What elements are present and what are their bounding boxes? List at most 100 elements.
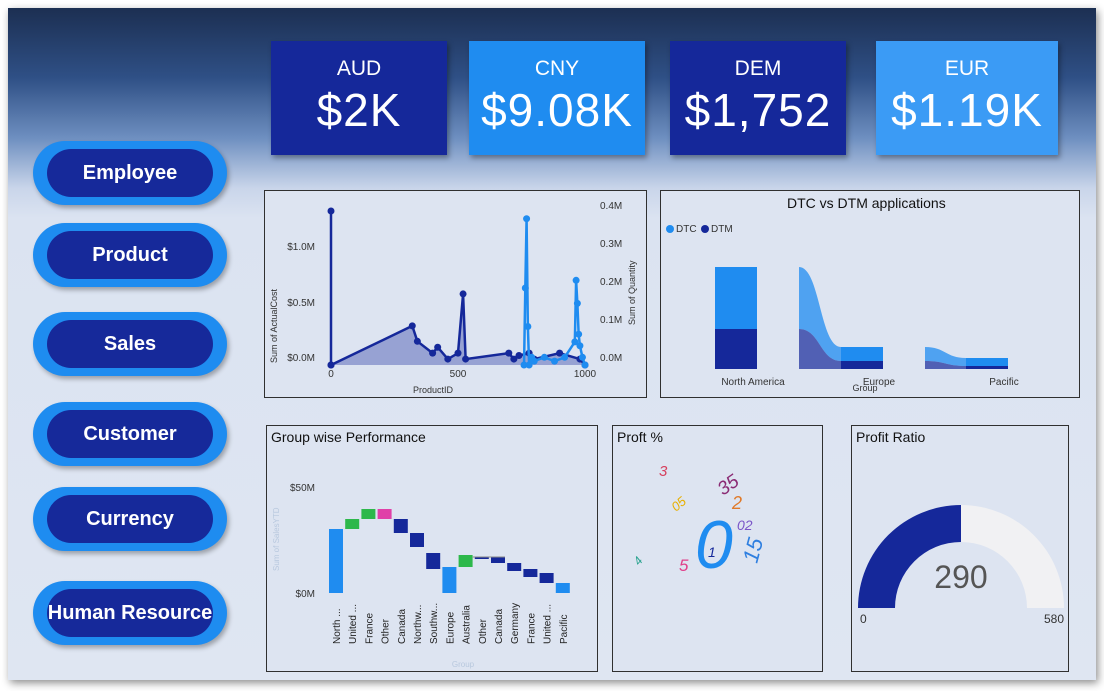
data-point[interactable]: [515, 352, 523, 360]
word-cloud-word: 5: [679, 556, 689, 575]
x-tick-label: 0: [328, 369, 334, 380]
kpi-card-cny[interactable]: CNY $9.08K: [469, 41, 645, 155]
nav-button-label: Currency: [47, 495, 213, 543]
legend-dot-dtc: [666, 225, 674, 233]
x-tick-label: North ...: [332, 608, 343, 644]
dashboard-canvas: AUD $2K CNY $9.08K DEM $1,752 EUR $1.19K…: [8, 8, 1096, 680]
bar-dtc[interactable]: [715, 267, 757, 329]
data-point[interactable]: [576, 342, 584, 350]
waterfall-bar[interactable]: [458, 555, 473, 567]
data-point[interactable]: [434, 343, 442, 351]
data-point[interactable]: [327, 361, 335, 369]
waterfall-bar[interactable]: [329, 529, 343, 593]
data-point[interactable]: [572, 276, 580, 284]
data-point[interactable]: [551, 357, 559, 365]
kpi-value: $1.19K: [891, 84, 1043, 136]
profit-ratio-panel[interactable]: Profit Ratio 290 0 580: [851, 425, 1069, 672]
y2-tick-label: 0.1M: [600, 315, 622, 326]
nav-button-currency[interactable]: Currency: [33, 487, 227, 551]
waterfall-bar[interactable]: [410, 533, 424, 547]
data-point[interactable]: [581, 361, 589, 369]
waterfall-bar[interactable]: [539, 573, 554, 583]
x-tick-label: Southw...: [429, 603, 440, 644]
kpi-card-aud[interactable]: AUD $2K: [271, 41, 447, 155]
gauge-max: 580: [1044, 612, 1064, 626]
waterfall-bar[interactable]: [442, 567, 457, 593]
data-point[interactable]: [524, 323, 532, 330]
cost-quantity-chart-panel[interactable]: Sum of ActualCost Sum of Quantity Produc…: [264, 190, 647, 398]
y-axis-title: Sum of ActualCost: [269, 288, 279, 363]
data-point[interactable]: [454, 349, 462, 357]
data-point[interactable]: [530, 357, 538, 365]
nav-button-sales[interactable]: Sales: [33, 312, 227, 376]
nav-button-employee[interactable]: Employee: [33, 141, 227, 205]
data-point[interactable]: [561, 353, 569, 361]
chart-title: Proft %: [617, 429, 663, 445]
word-cloud-word: 4: [631, 554, 646, 568]
y2-tick-label: 0.2M: [600, 277, 622, 288]
y-tick-label: $0.0M: [287, 353, 315, 364]
dtc-dtm-chart-panel[interactable]: DTC vs DTM applications DTC DTM Group No…: [660, 190, 1080, 398]
data-point[interactable]: [408, 322, 416, 330]
data-point[interactable]: [573, 299, 581, 307]
dtc-dtm-chart: DTC DTM Group North America Europe Pacific: [666, 224, 1019, 393]
data-point[interactable]: [521, 284, 529, 292]
bar-dtc[interactable]: [966, 358, 1008, 366]
y-tick-label: $0M: [296, 589, 315, 600]
data-point[interactable]: [540, 353, 548, 361]
bar-dtm[interactable]: [841, 361, 883, 369]
waterfall-bar[interactable]: [393, 519, 408, 533]
legend-label-dtc: DTC: [676, 224, 697, 235]
bar-dtm[interactable]: [966, 366, 1008, 369]
waterfall-bar[interactable]: [491, 557, 505, 563]
data-point[interactable]: [444, 355, 452, 363]
x-tick-label: France: [526, 612, 537, 644]
data-point[interactable]: [575, 330, 583, 338]
data-point[interactable]: [459, 290, 467, 298]
bar-dtm[interactable]: [715, 329, 757, 369]
waterfall-bar[interactable]: [377, 509, 392, 519]
data-point[interactable]: [413, 337, 421, 345]
waterfall-bar[interactable]: [507, 563, 522, 571]
x-tick-label: Germany: [510, 603, 521, 644]
kpi-card-eur[interactable]: EUR $1.19K: [876, 41, 1058, 155]
x-tick-label: United ...: [348, 604, 359, 644]
data-point[interactable]: [462, 355, 470, 363]
x-tick-label: Europe: [445, 611, 456, 644]
y2-tick-label: 0.4M: [600, 201, 622, 212]
waterfall-bar[interactable]: [361, 509, 376, 519]
gauge-value: 290: [934, 559, 987, 595]
profit-percent-panel[interactable]: Proft % 3 35 2 05 02 0 1 15 4 5: [612, 425, 823, 672]
kpi-code: DEM: [734, 57, 782, 80]
gauge-min: 0: [860, 612, 867, 626]
y2-tick-label: 0.0M: [600, 353, 622, 364]
x-tick-label: France: [364, 612, 375, 644]
nav-button-human-resource[interactable]: Human Resource: [33, 581, 227, 645]
kpi-card-dem[interactable]: DEM $1,752: [670, 41, 846, 155]
data-point[interactable]: [523, 215, 531, 223]
kpi-code: AUD: [336, 57, 382, 80]
y2-axis-title: Sum of Quantity: [627, 260, 637, 325]
data-point[interactable]: [505, 349, 513, 357]
waterfall-bar[interactable]: [345, 519, 360, 529]
nav-button-product[interactable]: Product: [33, 223, 227, 287]
data-point[interactable]: [578, 353, 586, 361]
nav-button-label: Employee: [47, 149, 213, 197]
word-cloud-word: 3: [659, 463, 668, 480]
profit-ratio-gauge: 290 0 580: [858, 505, 1064, 626]
data-point[interactable]: [327, 207, 335, 215]
nav-button-label: Product: [47, 231, 213, 279]
waterfall-bar[interactable]: [426, 553, 441, 569]
kpi-code: EUR: [944, 57, 990, 80]
waterfall-bar[interactable]: [555, 583, 570, 593]
group-performance-chart-panel[interactable]: Group wise Performance Sum of SalesYTD $…: [266, 425, 598, 672]
waterfall-bar[interactable]: [523, 569, 538, 577]
word-cloud-word: 15: [738, 534, 769, 565]
word-cloud-word: 1: [708, 544, 716, 560]
legend-label-dtm: DTM: [711, 224, 733, 235]
chart-title: Profit Ratio: [856, 429, 926, 445]
x-axis-title: Group: [452, 660, 475, 669]
bar-dtc[interactable]: [841, 347, 883, 361]
data-point[interactable]: [429, 349, 437, 357]
nav-button-customer[interactable]: Customer: [33, 402, 227, 466]
